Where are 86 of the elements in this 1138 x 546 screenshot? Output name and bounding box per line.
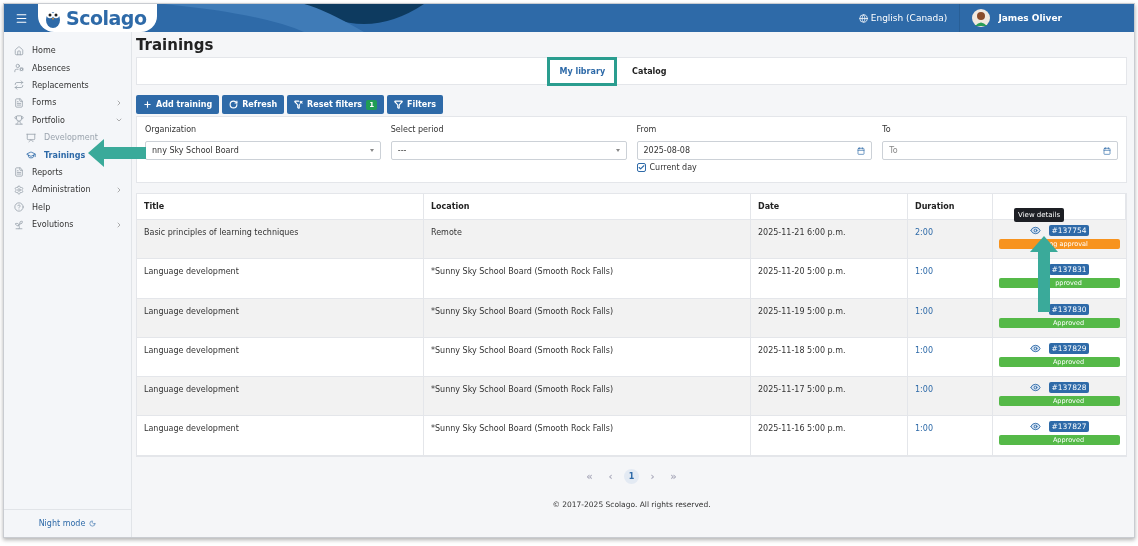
chevron-right-icon bbox=[115, 98, 123, 107]
table-cell: *Sunny Sky School Board (Smooth Rock Falls) bbox=[424, 337, 751, 378]
table-cell: *Sunny Sky School Board (Smooth Rock Falls) bbox=[424, 298, 751, 338]
table-cell: Language development bbox=[137, 377, 424, 417]
select-field[interactable]: --- bbox=[390, 141, 627, 160]
help-icon bbox=[14, 202, 24, 213]
menu-icon bbox=[14, 11, 28, 25]
date-field[interactable]: To bbox=[882, 141, 1118, 160]
sprout-icon bbox=[14, 219, 24, 230]
table-cell: Language development bbox=[137, 259, 424, 299]
filter-icon bbox=[394, 100, 403, 109]
sidebar-item[interactable]: Reports bbox=[4, 163, 131, 182]
toolbar-button[interactable]: Add training bbox=[136, 95, 220, 114]
settings-icon bbox=[14, 184, 24, 195]
table-cell: Language development bbox=[137, 416, 424, 456]
table-cell: *Sunny Sky School Board (Smooth Rock Falls) bbox=[424, 259, 751, 299]
sidebar-item[interactable]: Help bbox=[4, 198, 131, 216]
chevron-right-icon bbox=[115, 185, 123, 194]
sidebar-item[interactable]: Forms bbox=[4, 94, 131, 112]
sidebar-item[interactable]: Trainings bbox=[4, 146, 88, 164]
duration-text: 1:00 bbox=[915, 385, 933, 395]
table-cell: Basic principles of learning techniques bbox=[137, 220, 424, 260]
duration-text: 2:00 bbox=[915, 228, 933, 237]
home-icon bbox=[14, 45, 24, 56]
checkbox[interactable] bbox=[636, 163, 646, 172]
chevron-right-icon bbox=[115, 220, 123, 229]
sidebar-item[interactable]: Evolutions bbox=[4, 215, 131, 234]
toolbar-button[interactable]: Refresh bbox=[222, 95, 285, 114]
logo: Scolago bbox=[38, 4, 157, 32]
trophy-icon bbox=[14, 115, 24, 126]
table-cell: *Sunny Sky School Board (Smooth Rock Falls) bbox=[424, 377, 751, 417]
view-icon[interactable] bbox=[1029, 225, 1041, 236]
view-icon[interactable] bbox=[1029, 382, 1041, 394]
field-label: From bbox=[636, 125, 658, 136]
language-selector[interactable]: English (Canada) bbox=[846, 13, 960, 23]
view-icon[interactable] bbox=[1029, 421, 1041, 433]
page-title: Trainings bbox=[136, 36, 215, 54]
night-mode-toggle[interactable]: Night mode bbox=[38, 519, 86, 528]
table-cell: 2025-11-17 5:00 p.m. bbox=[751, 377, 908, 417]
caret-icon bbox=[615, 149, 620, 152]
table-cell: 2025-11-21 6:00 p.m. bbox=[751, 220, 908, 260]
view-icon[interactable] bbox=[1029, 342, 1041, 354]
table-cell: 2025-11-19 5:00 p.m. bbox=[751, 298, 908, 338]
sidebar-item[interactable]: Portfolio bbox=[4, 111, 131, 129]
graduation-cap-icon bbox=[26, 150, 36, 161]
table-cell: Language development bbox=[137, 298, 424, 338]
duration-text: 1:00 bbox=[915, 306, 933, 316]
refresh-icon bbox=[229, 100, 239, 109]
document-icon bbox=[14, 167, 24, 178]
check-icon bbox=[637, 164, 645, 171]
sidebar-item[interactable]: Administration bbox=[4, 181, 131, 199]
plus-icon bbox=[143, 100, 152, 109]
filter-reset-icon bbox=[294, 100, 304, 109]
table-cell: Language development bbox=[137, 337, 424, 378]
tab[interactable]: My library bbox=[547, 56, 618, 86]
sidebar-item[interactable]: Absences bbox=[4, 59, 131, 77]
duration-text: 1:00 bbox=[915, 345, 933, 355]
document-icon bbox=[14, 97, 24, 108]
field-label: To bbox=[882, 125, 892, 136]
sidebar-item[interactable]: Home bbox=[4, 42, 131, 60]
toolbar-button[interactable]: Filters bbox=[387, 95, 443, 114]
date-field[interactable]: 2025-08-08 bbox=[636, 141, 873, 160]
presentation-icon bbox=[26, 132, 36, 143]
table-cell: 2025-11-20 5:00 p.m. bbox=[751, 259, 908, 299]
globe-icon bbox=[858, 13, 868, 23]
moon-icon bbox=[89, 520, 97, 527]
field-label: Organization bbox=[145, 125, 198, 136]
swap-icon bbox=[14, 80, 24, 91]
user-name[interactable]: James Oliver bbox=[998, 13, 1062, 23]
duration-text: 1:00 bbox=[915, 424, 933, 434]
calendar-icon bbox=[1103, 146, 1111, 155]
tab[interactable]: Catalog bbox=[623, 66, 676, 76]
calendar-icon bbox=[857, 146, 866, 155]
table-cell: 2025-11-18 5:00 p.m. bbox=[751, 337, 908, 378]
field-label: Select period bbox=[390, 125, 445, 136]
page-button[interactable]: 1 bbox=[624, 468, 639, 484]
avatar[interactable] bbox=[972, 9, 991, 27]
table-cell: 2025-11-16 5:00 p.m. bbox=[751, 416, 908, 456]
sidebar-item[interactable]: Replacements bbox=[4, 76, 131, 95]
table-cell: *Sunny Sky School Board (Smooth Rock Falls) bbox=[424, 416, 751, 456]
duration-text: 1:00 bbox=[915, 267, 933, 277]
caret-icon bbox=[369, 149, 374, 152]
table-cell: Remote bbox=[424, 220, 751, 260]
select-field[interactable]: nny Sky School Board bbox=[145, 141, 381, 160]
user-icon bbox=[14, 63, 24, 74]
checkbox-label: Current day bbox=[649, 163, 697, 172]
